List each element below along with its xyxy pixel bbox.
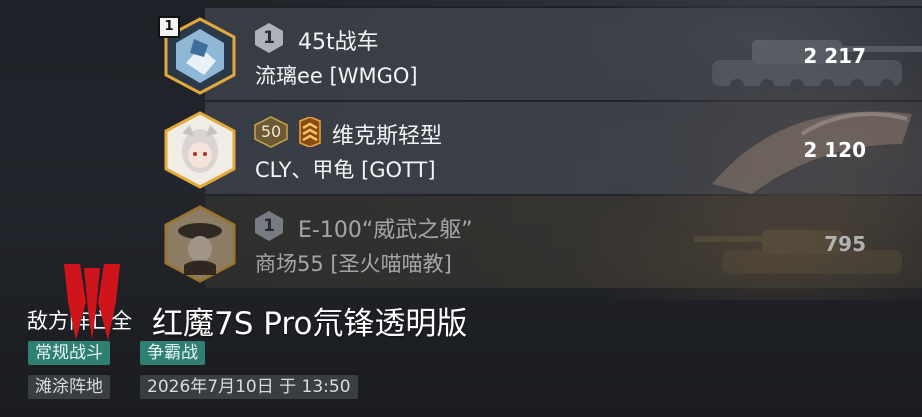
red-magic-logo-icon — [64, 264, 120, 340]
map-name: 滩涂阵地 — [28, 375, 110, 399]
level-badge: 50 — [254, 116, 288, 148]
tier-badge-value: 1 — [263, 216, 275, 236]
player-score: 2 120 — [803, 138, 866, 162]
player-name[interactable]: 流璃ee [WMGO] — [255, 60, 418, 90]
device-watermark: 红魔7S Pro氘锋透明版 — [152, 306, 468, 342]
level-badge-value: 50 — [260, 122, 282, 141]
player-avatar — [164, 205, 236, 283]
player-avatar — [164, 111, 236, 189]
tier-badge: 1 — [254, 22, 284, 54]
mode-tag-regular: 常规战斗 — [28, 341, 110, 365]
player-score: 795 — [824, 232, 866, 256]
player-name[interactable]: CLY、甲龟 [GOTT] — [255, 154, 436, 184]
player-name[interactable]: 商场55 [圣火喵喵教] — [255, 248, 452, 278]
tier-badge-value: 1 — [263, 28, 275, 48]
tank-silhouette-icon — [694, 230, 902, 274]
player-row-1[interactable]: 1 1 45t战车 流璃ee [WMGO] 2 217 — [158, 8, 922, 100]
rank-flag: 1 — [158, 16, 180, 38]
player-row-2[interactable]: 50 维克斯轻型 CLY、甲龟 [GOTT] 2 120 — [158, 102, 922, 194]
tank-name: E-100“威武之躯” — [298, 218, 473, 243]
player-row-3[interactable]: 1 E-100“威武之躯” 商场55 [圣火喵喵教] 795 — [158, 196, 922, 288]
battle-datetime: 2026年7月10日 于 13:50 — [140, 375, 358, 399]
rank-chevron-icon — [299, 117, 321, 147]
tank-name: 45t战车 — [298, 30, 379, 55]
top-divider — [205, 0, 922, 6]
tier-badge: 1 — [254, 210, 284, 242]
tank-name: 维克斯轻型 — [332, 124, 443, 149]
player-score: 2 217 — [803, 44, 866, 68]
battle-results-screen: 1 1 45t战车 流璃ee [WMGO] 2 217 50 维克斯轻型 CLY… — [0, 0, 922, 417]
mode-tag-supremacy: 争霸战 — [140, 341, 205, 365]
